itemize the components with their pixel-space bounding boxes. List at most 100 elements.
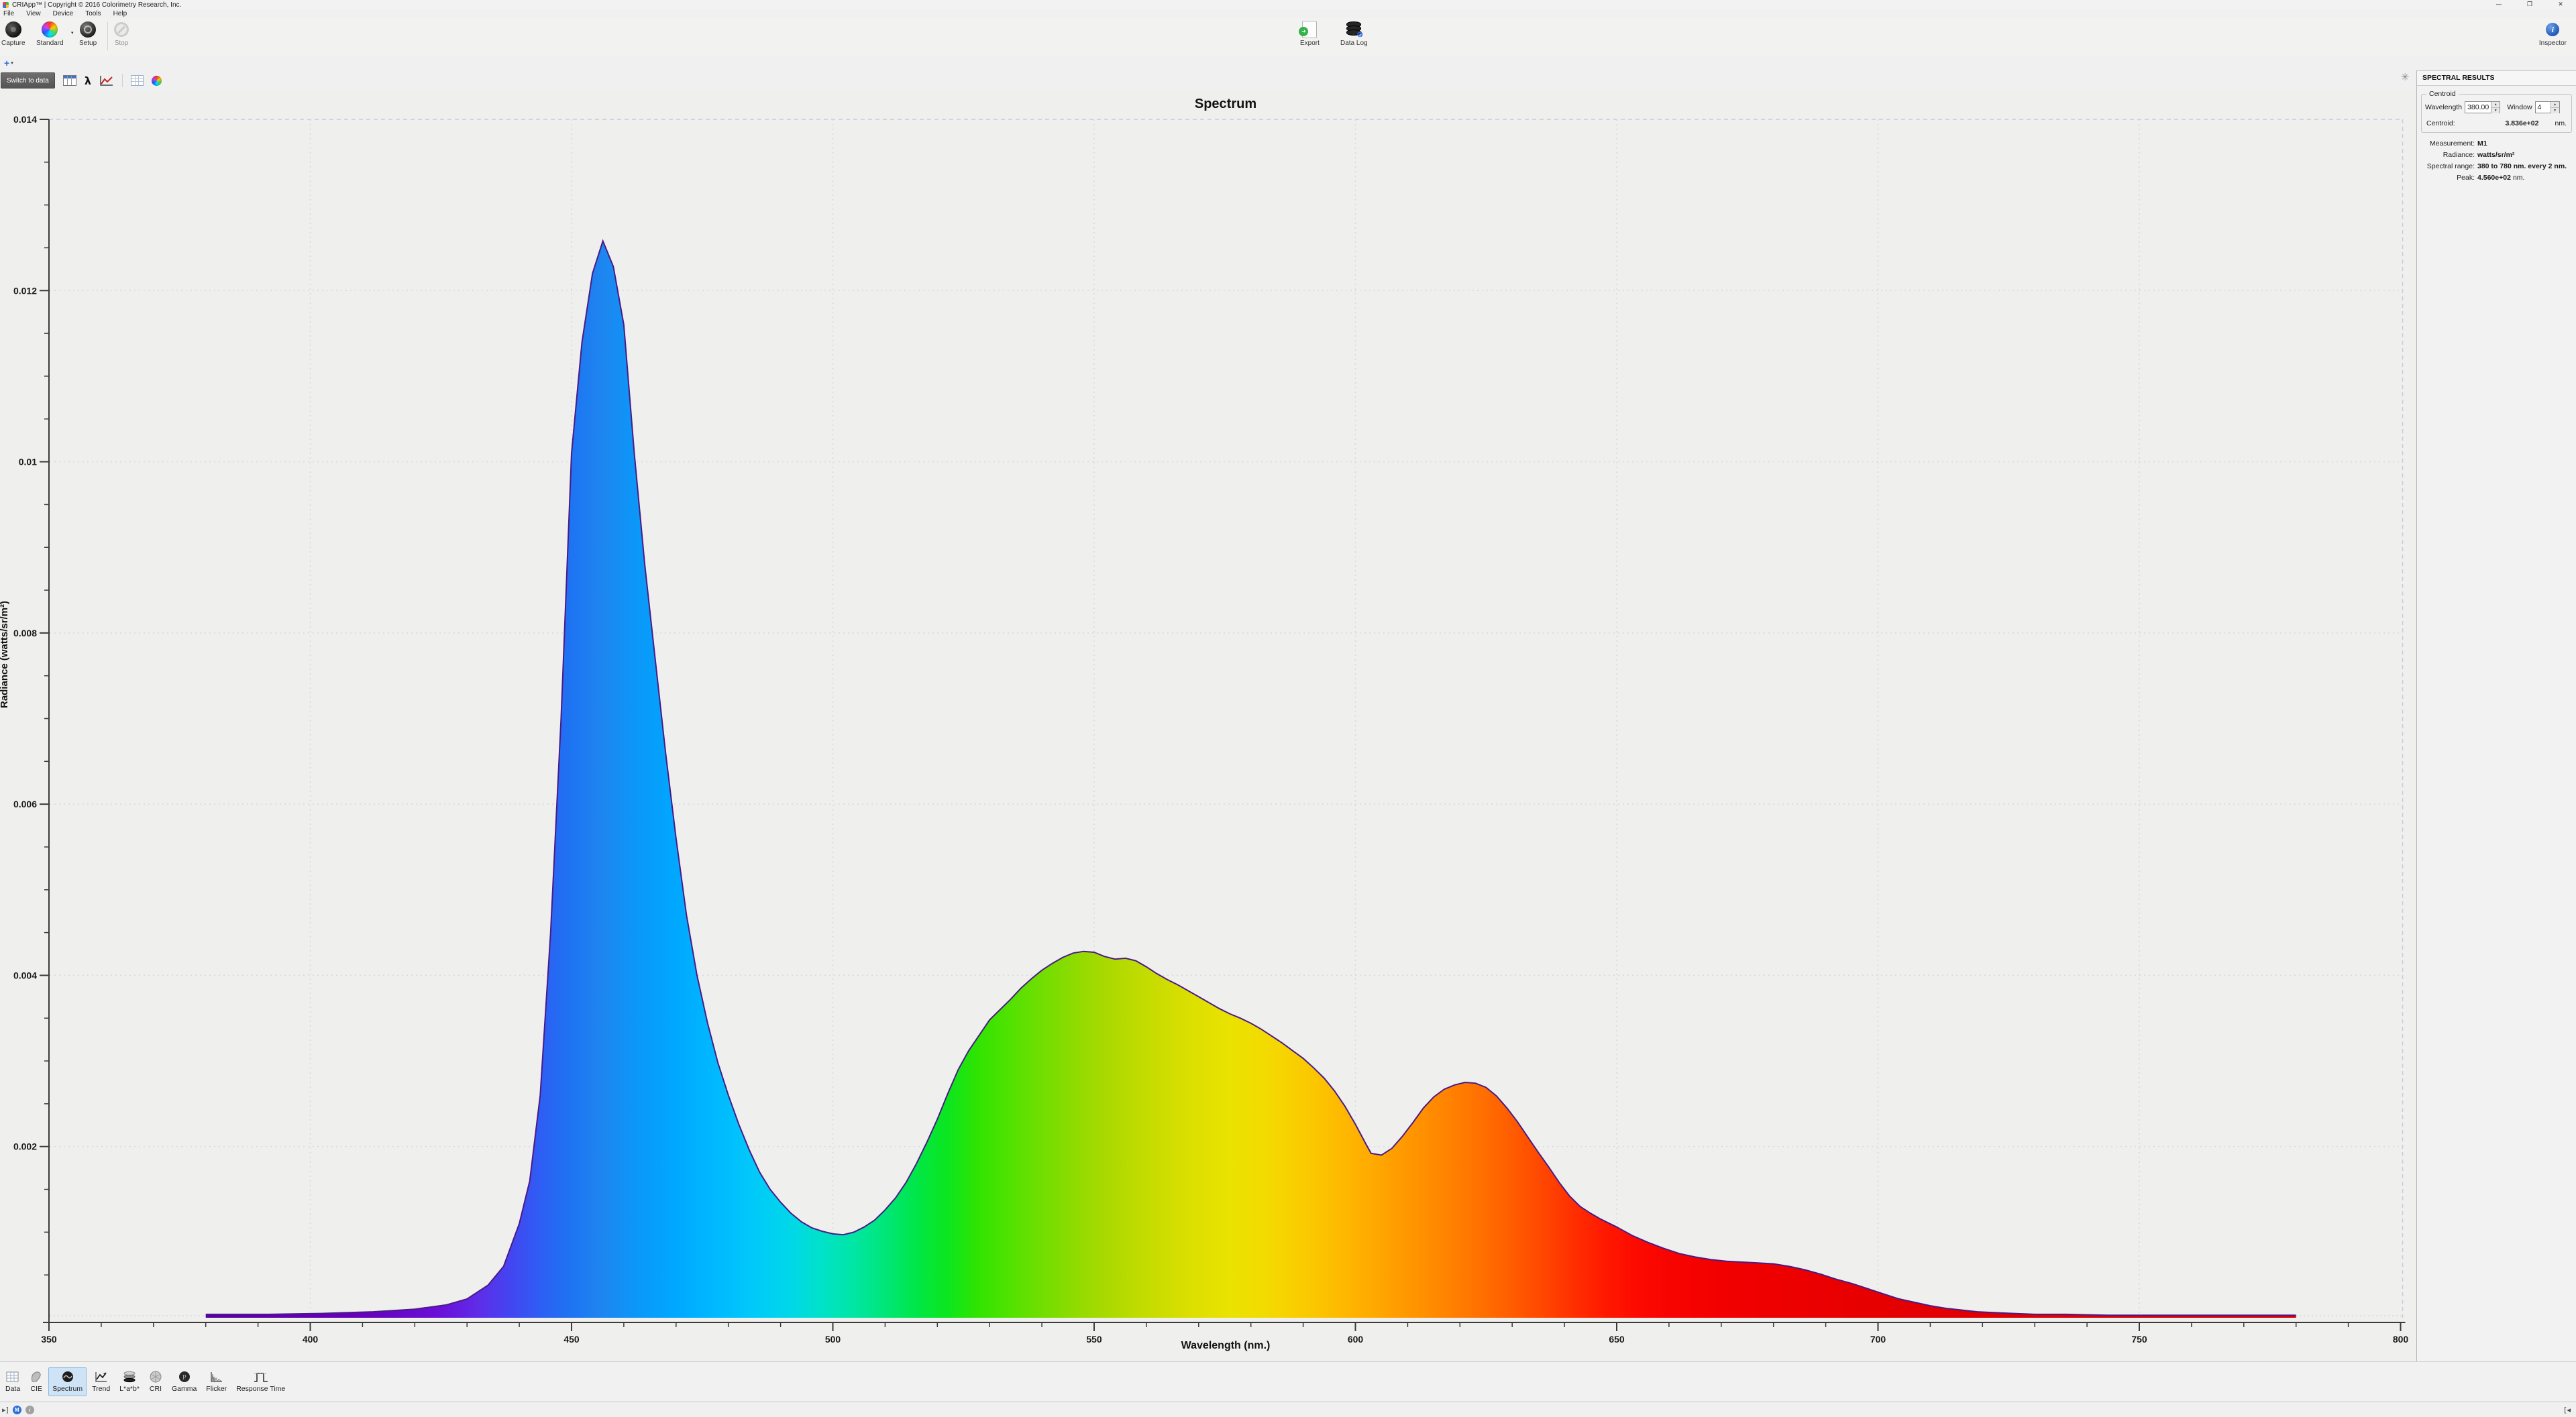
menu-device[interactable]: Device: [47, 10, 80, 17]
statusbar: ▸] M i [◂: [0, 1402, 2576, 1417]
spectral-results-panel: SPECTRAL RESULTS Centroid Wavelength 380…: [2416, 70, 2576, 1361]
tab-spectrum[interactable]: Spectrum: [48, 1367, 87, 1396]
trend-line-icon: [100, 76, 113, 86]
centroid-legend: Centroid: [2426, 90, 2459, 98]
measurement-badge-icon[interactable]: M: [12, 1405, 21, 1414]
wavelength-stepper-arrows[interactable]: ▲ ▼: [2491, 102, 2500, 113]
tab-flicker[interactable]: Flicker: [202, 1367, 231, 1396]
data-grid-icon: [6, 1371, 19, 1382]
collapse-right-icon[interactable]: [◂: [2564, 1406, 2571, 1414]
svg-text:0.014: 0.014: [13, 114, 37, 125]
database-icon: ⚙: [1346, 21, 1363, 39]
measurement-row: Measurement: M1: [2429, 139, 2487, 148]
standard-button[interactable]: Standard: [36, 21, 64, 47]
info-badge-icon[interactable]: i: [25, 1405, 34, 1414]
tab-cie[interactable]: CIE: [25, 1367, 47, 1396]
tab-data[interactable]: Data: [1, 1367, 24, 1396]
menu-file[interactable]: File: [0, 10, 20, 17]
measurement-tab-strip: + ▾: [0, 56, 2576, 70]
minimize-button[interactable]: —: [2483, 0, 2514, 9]
svg-text:0.002: 0.002: [13, 1141, 37, 1152]
export-icon: [1299, 21, 1318, 38]
collapse-left-icon[interactable]: ▸]: [2, 1406, 9, 1414]
color-wheel-small-icon: [151, 75, 162, 86]
standard-dropdown-caret[interactable]: ▾: [71, 30, 74, 36]
svg-text:0.012: 0.012: [13, 285, 37, 296]
close-button[interactable]: ✕: [2545, 0, 2576, 9]
data-log-button[interactable]: ⚙ Data Log: [1340, 21, 1368, 47]
tab-cri[interactable]: CRI: [145, 1367, 166, 1396]
wavelength-stepper[interactable]: 380.00 ▲ ▼: [2465, 101, 2501, 113]
trend-icon: [95, 1372, 107, 1382]
data-table-button[interactable]: [62, 72, 76, 89]
spectrum-colors-button[interactable]: [151, 72, 162, 89]
spectrum-area: [205, 241, 2296, 1318]
panel-header: SPECTRAL RESULTS: [2417, 71, 2576, 86]
centroid-groupbox: Centroid Wavelength 380.00 ▲ ▼ Window 4 ▲…: [2421, 90, 2572, 133]
panel-toggle-icon[interactable]: ✳: [2399, 71, 2411, 83]
maximize-button[interactable]: ❐: [2514, 0, 2545, 9]
stop-button: Stop: [113, 21, 130, 47]
svg-text:0.004: 0.004: [13, 970, 37, 980]
svg-text:P: P: [182, 1374, 186, 1381]
gamma-sphere-icon: P: [178, 1371, 190, 1382]
export-button[interactable]: Export: [1299, 21, 1320, 47]
centroid-label: Centroid:: [2426, 119, 2455, 127]
grid-icon: [130, 75, 144, 86]
centroid-value: 3.836e+02: [2505, 119, 2539, 127]
measurement-info: Measurement: M1 Radiance: watts/sr/m² Sp…: [2417, 139, 2576, 182]
x-axis-title: Wavelength (nm.): [1181, 1340, 1271, 1351]
titlebar: CRIApp™ | Copyright © 2016 Colorimetry R…: [0, 0, 2576, 9]
setup-button[interactable]: Setup: [79, 21, 97, 47]
main-toolbar: Capture Standard ▾ Setup Stop Export ⚙ D…: [0, 18, 2576, 56]
spectral-range-row: Spectral range: 380 to 780 nm. every 2 n…: [2426, 162, 2567, 170]
grid-toggle-button[interactable]: [130, 72, 144, 89]
stop-icon: [114, 22, 129, 37]
flicker-icon: [211, 1372, 222, 1383]
chart-toolbar-separator: [121, 74, 123, 87]
trend-plot-button[interactable]: [99, 72, 114, 89]
add-tab-caret-icon[interactable]: ▾: [11, 60, 13, 66]
capture-button[interactable]: Capture: [1, 21, 25, 47]
tab-gamma[interactable]: P Gamma: [168, 1367, 201, 1396]
lab-ellipses-icon: [123, 1371, 136, 1383]
svg-text:0.006: 0.006: [13, 799, 37, 809]
centroid-unit: nm.: [2555, 119, 2567, 127]
table-icon: [62, 75, 76, 86]
window-stepper-arrows[interactable]: ▲ ▼: [2550, 102, 2559, 113]
app-icon: [3, 1, 9, 8]
spectrum-chart[interactable]: Spectrum 350 400 450 500 550 600 650 700 750 800 0…: [0, 91, 2420, 1361]
setup-knob-icon: [80, 21, 97, 38]
lambda-icon: λ: [84, 74, 91, 87]
tab-response-time[interactable]: Response Time: [232, 1367, 289, 1396]
menu-help[interactable]: Help: [107, 10, 133, 17]
capture-shutter-icon: [5, 21, 21, 38]
toolbar-separator: [107, 22, 108, 50]
menu-view[interactable]: View: [20, 10, 47, 17]
window-label: Window: [2507, 103, 2532, 111]
view-tab-bar: Data CIE Spectrum Trend L*a*b* CRI P Gam…: [0, 1361, 2576, 1402]
wavelength-button[interactable]: λ: [85, 72, 91, 89]
menubar: File View Device Tools Help: [0, 9, 2576, 18]
cri-sphere-icon: [150, 1371, 162, 1383]
switch-to-data-button[interactable]: Switch to data: [1, 72, 55, 89]
criapp-window: CRIApp™ | Copyright © 2016 Colorimetry R…: [0, 0, 2576, 1417]
spectrum-plot-canvas[interactable]: 350 400 450 500 550 600 650 700 750 8000.0020.004…: [0, 91, 2420, 1361]
inspector-button[interactable]: i Inspector: [2539, 21, 2567, 47]
menu-tools[interactable]: Tools: [79, 10, 107, 17]
cie-horseshoe-icon: [32, 1371, 41, 1382]
chart-toolbar: Switch to data λ: [0, 70, 2416, 91]
svg-text:0.01: 0.01: [19, 457, 37, 467]
svg-text:0.008: 0.008: [13, 628, 37, 638]
add-tab-button[interactable]: +: [4, 58, 9, 68]
y-axis-title: Radiance (watts/sr/m²): [0, 600, 10, 708]
window-stepper[interactable]: 4 ▲ ▼: [2534, 101, 2560, 113]
spectrum-sphere-icon: [62, 1371, 73, 1382]
info-icon: i: [2546, 23, 2560, 36]
radiance-row: Radiance: watts/sr/m²: [2443, 151, 2515, 159]
tab-trend[interactable]: Trend: [88, 1367, 114, 1396]
color-wheel-icon: [42, 21, 58, 38]
wavelength-label: Wavelength: [2425, 103, 2463, 111]
peak-row: Peak: 4.560e+02 nm.: [2457, 174, 2525, 182]
tab-lab[interactable]: L*a*b*: [115, 1367, 144, 1396]
